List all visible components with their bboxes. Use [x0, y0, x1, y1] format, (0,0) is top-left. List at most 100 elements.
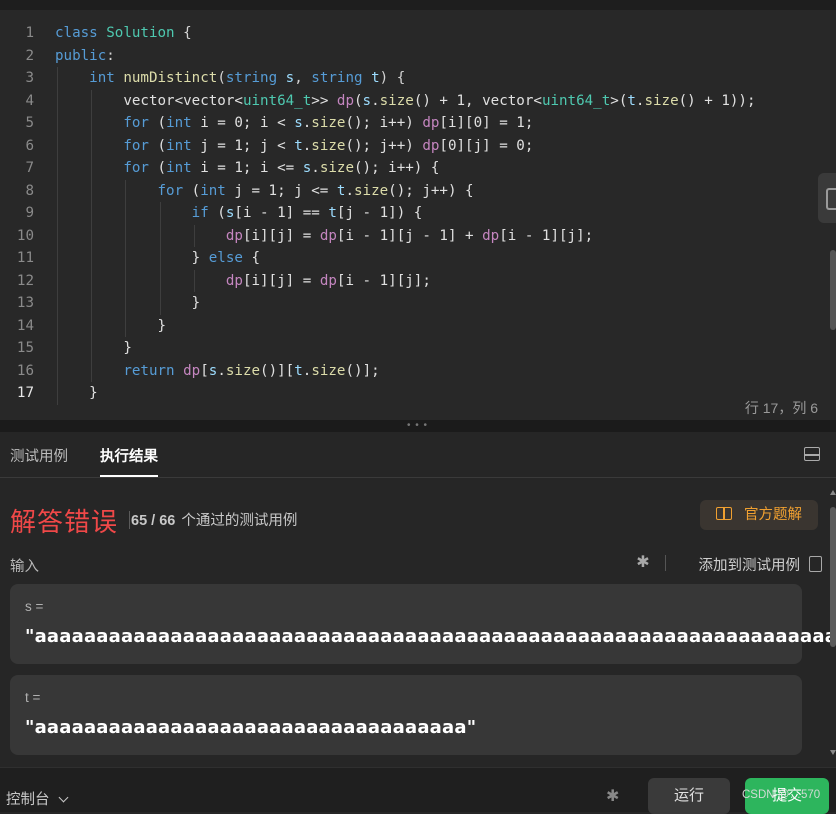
indent-guide — [91, 89, 93, 112]
code-token: if — [191, 205, 209, 221]
code-lines[interactable]: 1 class Solution {2 public: 3 int numDistin… — [0, 22, 836, 405]
line-number: 5 — [25, 115, 34, 131]
code-token: s — [294, 115, 303, 131]
code-token: { — [174, 25, 192, 41]
code-line[interactable]: 4 vector<vector<uint64_t>> dp(s.size() +… — [0, 89, 836, 112]
code-token: [ — [200, 362, 209, 379]
code-token: : — [106, 47, 115, 64]
indent-guide — [91, 314, 93, 337]
book-icon — [716, 507, 732, 520]
indent-guide — [91, 337, 93, 360]
official-solution-label: 官方题解 — [744, 507, 802, 523]
side-panel-toggle[interactable] — [818, 173, 836, 223]
code-token: ( — [354, 92, 363, 109]
scroll-down-arrow[interactable] — [830, 750, 836, 755]
document-icon[interactable] — [809, 556, 822, 572]
tab-testcases[interactable]: 测试用例 — [10, 445, 68, 466]
panel-splitter[interactable]: • • • — [0, 420, 836, 432]
indent-guide — [91, 202, 93, 225]
code-token: string — [225, 70, 278, 86]
indent-guide — [57, 292, 58, 315]
indent-guide — [57, 157, 58, 180]
code-token: . — [302, 137, 312, 154]
panel-scrollbar[interactable] — [830, 507, 836, 647]
divider — [129, 511, 130, 529]
indent-guide — [193, 224, 195, 247]
code-line[interactable]: 1 class Solution { — [0, 22, 836, 45]
line-number: 10 — [16, 227, 34, 244]
code-token: () + 1)); — [678, 92, 756, 109]
code-token: t — [627, 92, 636, 109]
tab-results[interactable]: 执行结果 — [100, 445, 158, 477]
code-token: } — [191, 250, 209, 266]
indent-guide — [91, 157, 93, 180]
bug-icon[interactable]: ✱ — [606, 786, 619, 806]
code-token: dp — [336, 92, 354, 109]
chevron-down-icon — [58, 792, 68, 803]
code-token: size — [319, 160, 354, 176]
code-line[interactable]: 9 if (s[i - 1] == t[j - 1]) { — [0, 202, 836, 225]
code-line[interactable]: 17 } — [0, 382, 836, 405]
code-line[interactable]: 16 return dp[s.size()][t.size()]; — [0, 359, 836, 382]
code-token: int — [89, 70, 115, 86]
code-token: i = 0; i < — [191, 115, 295, 131]
indent-guide — [57, 179, 58, 202]
layout-icon[interactable] — [804, 447, 820, 461]
code-token: . — [311, 160, 320, 176]
pass-count: 65 / 66 个通过的测试用例 — [131, 509, 297, 530]
code-token: i = 1; i <= — [191, 160, 303, 176]
code-line[interactable]: 7 for (int i = 1; i <= s.size(); i++) { — [0, 157, 836, 180]
editor-scrollbar[interactable] — [830, 250, 836, 330]
code-token: class — [55, 25, 98, 41]
result-panel: 测试用例 执行结果 解答错误 65 / 66 个通过的测试用例 官方题解 输入 ✱… — [0, 432, 836, 767]
line-number: 7 — [25, 160, 34, 176]
variable-name: s = — [25, 599, 44, 614]
code-line[interactable]: 12 dp[i][j] = dp[i - 1][j]; — [0, 269, 836, 292]
line-number: 8 — [25, 182, 34, 199]
code-token: >( — [610, 92, 628, 109]
code-line[interactable]: 3 int numDistinct(string s, string t) { — [0, 67, 836, 90]
code-token: size — [379, 92, 414, 109]
indent-guide — [57, 224, 58, 247]
code-token: numDistinct — [123, 70, 218, 86]
code-line[interactable]: 2 public: — [0, 45, 836, 68]
code-token: [i][j] = — [242, 272, 320, 289]
indent-guide — [125, 314, 127, 337]
code-line[interactable]: 10 dp[i][j] = dp[i - 1][j - 1] + dp[i - … — [0, 224, 836, 247]
code-editor[interactable]: 1 class Solution {2 public: 3 int numDistin… — [0, 0, 836, 420]
code-line[interactable]: 5 for (int i = 0; i < s.size(); i++) dp[… — [0, 112, 836, 135]
run-button[interactable]: 运行 — [648, 778, 730, 814]
code-token: . — [302, 115, 312, 131]
code-token: size — [311, 137, 346, 154]
code-token: dp — [225, 227, 243, 244]
scroll-up-arrow[interactable] — [830, 490, 836, 495]
code-token: ( — [217, 70, 226, 86]
code-token: j = 1; j < — [191, 137, 295, 154]
code-token: Solution — [106, 25, 175, 41]
line-number: 9 — [25, 205, 34, 221]
bug-icon[interactable]: ✱ — [634, 554, 652, 572]
code-token: for — [157, 182, 184, 199]
add-to-testcases-button[interactable]: 添加到测试用例 — [699, 554, 801, 575]
indent-guide — [91, 112, 93, 135]
code-line[interactable]: 14 } — [0, 314, 836, 337]
code-token: [0][j] = 0; — [439, 137, 534, 154]
code-token: int — [200, 182, 226, 199]
code-line[interactable]: 6 for (int j = 1; j < t.size(); j++) dp[… — [0, 134, 836, 157]
console-toggle[interactable]: 控制台 — [6, 788, 68, 809]
code-line[interactable]: 15 } — [0, 337, 836, 360]
code-token: (); i++) { — [354, 160, 440, 176]
code-line[interactable]: 13 } — [0, 292, 836, 315]
code-line[interactable]: 8 for (int j = 1; j <= t.size(); j++) { — [0, 179, 836, 202]
code-line[interactable]: 11 } else { — [0, 247, 836, 270]
divider — [665, 555, 666, 571]
drag-handle-icon[interactable]: • • • — [407, 421, 428, 431]
official-solution-button[interactable]: 官方题解 — [700, 500, 818, 530]
